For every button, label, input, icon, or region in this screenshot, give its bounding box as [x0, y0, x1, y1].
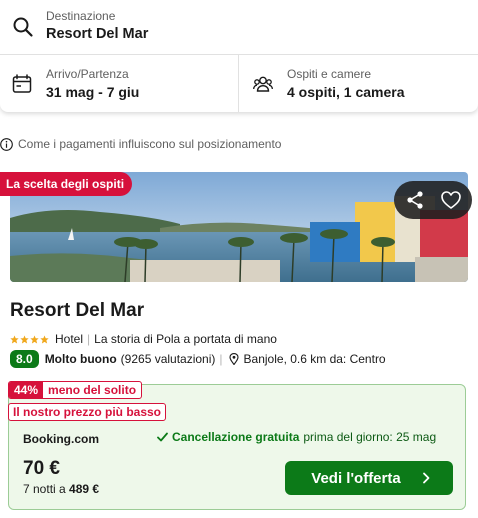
search-icon [13, 17, 33, 37]
review-count[interactable]: (9265 valutazioni) [121, 352, 216, 366]
nightly-price: 70 € [23, 458, 60, 479]
rating-word: Molto buono [44, 352, 117, 366]
star-rating [10, 334, 50, 344]
view-deal-label: Vedi l'offerta [311, 469, 401, 487]
people-icon [253, 76, 273, 92]
destination-field[interactable]: Destinazione Resort Del Mar [0, 0, 478, 55]
dates-label: Arrivo/Partenza [46, 67, 129, 81]
search-summary-card: Destinazione Resort Del Mar Arrivo/Parte… [0, 0, 478, 112]
destination-label: Destinazione [46, 9, 116, 23]
destination-value: Resort Del Mar [46, 26, 149, 42]
guests-value: 4 ospiti, 1 camera [287, 84, 405, 100]
ranking-info-text: Come i pagamenti influiscono sul posizio… [18, 137, 282, 151]
chevron-right-icon [422, 472, 430, 484]
share-icon[interactable] [404, 189, 426, 211]
star-icon [10, 334, 19, 343]
guests-choice-badge: La scelta degli ospiti [0, 172, 133, 196]
cancellation-strong: Cancellazione gratuita [172, 430, 300, 444]
hotel-meta: Hotel | La storia di Pola a portata di m… [10, 332, 277, 346]
photo-actions [394, 181, 472, 219]
cancellation-deadline: prima del giorno: 25 mag [303, 430, 437, 444]
discount-percent: 44% [9, 382, 44, 398]
review-score-badge: 8.0 [10, 350, 39, 368]
nights-text: 7 notti a [23, 482, 66, 496]
hotel-location[interactable]: Banjole, 0.6 km da: Centro [244, 352, 386, 366]
ranking-info-link[interactable]: Come i pagamenti influiscono sul posizio… [0, 136, 281, 152]
divider: | [219, 352, 223, 366]
check-icon [157, 432, 168, 442]
hotel-name[interactable]: Resort Del Mar [10, 300, 144, 322]
star-icon [40, 334, 49, 343]
calendar-icon [12, 74, 32, 93]
hotel-type: Hotel [55, 332, 84, 346]
dates-field[interactable]: Arrivo/Partenza 31 mag - 7 giu [0, 55, 239, 112]
guests-label: Ospiti e camere [287, 67, 372, 81]
hotel-tagline: La storia di Pola a portata di mano [94, 332, 277, 346]
discount-text: meno del solito [48, 383, 137, 397]
dates-value: 31 mag - 7 giu [46, 84, 140, 100]
guests-rooms-field[interactable]: Ospiti e camere 4 ospiti, 1 camera [239, 55, 478, 112]
info-icon [0, 137, 13, 151]
pin-icon [228, 353, 239, 365]
heart-icon[interactable] [440, 189, 462, 211]
provider-name: Booking.com [23, 432, 100, 446]
discount-badge: 44% meno del solito [8, 381, 143, 399]
total-price: 489 € [69, 482, 100, 496]
rating-row: 8.0 Molto buono (9265 valutazioni) | Ban… [10, 350, 386, 368]
cancellation-info: Cancellazione gratuita prima del giorno:… [157, 430, 436, 444]
lowest-price-badge: Il nostro prezzo più basso [8, 403, 167, 421]
divider: | [87, 332, 91, 346]
view-deal-button[interactable]: Vedi l'offerta [285, 461, 453, 495]
total-price-row: 7 notti a 489 € [23, 482, 99, 496]
star-icon [30, 334, 39, 343]
star-icon [20, 334, 29, 343]
